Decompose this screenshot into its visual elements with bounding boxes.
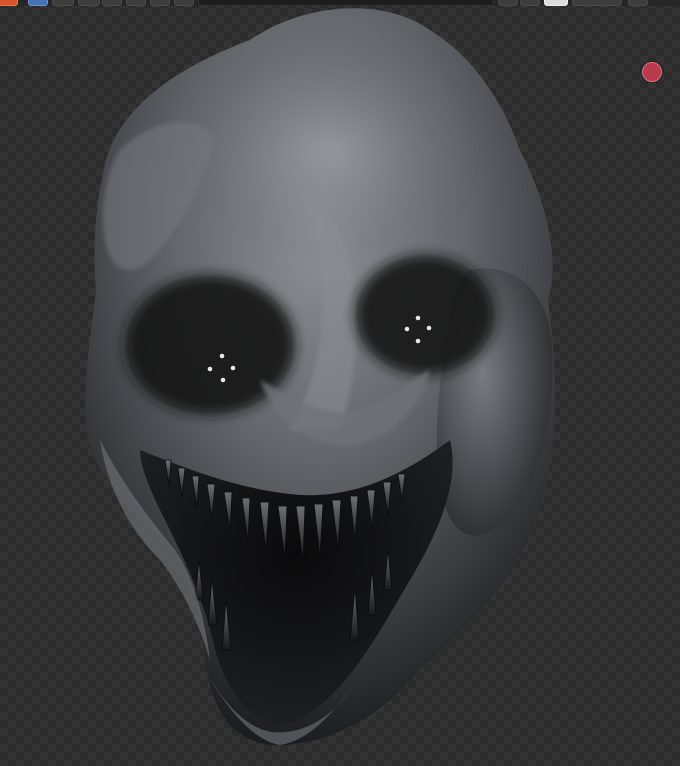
creature-head-render	[85, 8, 556, 746]
right-eye-socket	[355, 255, 495, 375]
